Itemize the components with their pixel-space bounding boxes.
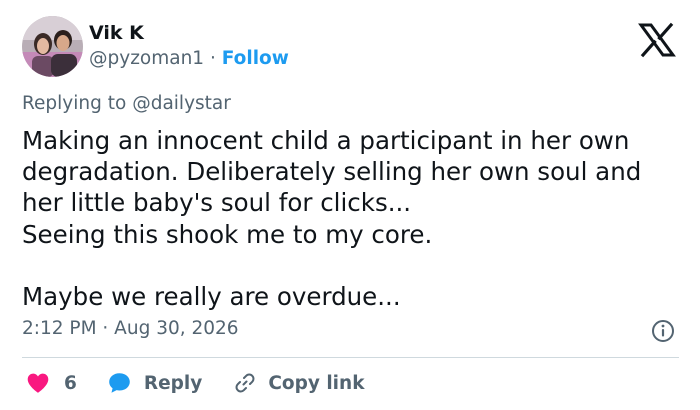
follow-button[interactable]: Follow: [222, 48, 289, 69]
tweet-card: Vik K @pyzoman1 · Follow Replying to @da…: [0, 0, 700, 410]
heart-icon: [27, 373, 49, 393]
copy-link-label: Copy link: [268, 372, 365, 394]
handle-row: @pyzoman1 · Follow: [89, 48, 289, 70]
handle[interactable]: @pyzoman1: [89, 48, 204, 69]
tweet-timestamp[interactable]: 2:12 PM · Aug 30, 2026: [22, 318, 239, 339]
reply-mention-link[interactable]: @dailystar: [132, 93, 231, 114]
info-icon[interactable]: [651, 319, 675, 343]
reply-context-prefix: Replying to: [22, 93, 127, 114]
reply-label: Reply: [143, 372, 203, 394]
tweet-line: her little baby's soul for clicks...: [22, 188, 412, 218]
tweet-line: degradation. Deliberately selling her ow…: [22, 157, 642, 187]
separator-dot: ·: [209, 48, 216, 69]
tweet-text: Making an innocent child a participant i…: [22, 125, 687, 312]
action-bar: 6 Reply Copy link: [22, 369, 365, 397]
tweet-line: Seeing this shook me to my core.: [22, 219, 433, 249]
tweet-line: Maybe we really are overdue...: [22, 282, 401, 311]
divider: [22, 357, 679, 358]
like-button[interactable]: 6: [22, 370, 77, 396]
like-count: 6: [64, 372, 77, 394]
reply-button[interactable]: Reply: [106, 370, 202, 396]
reply-context: Replying to @dailystar: [22, 93, 231, 114]
link-icon: [235, 373, 255, 393]
display-name[interactable]: Vik K: [89, 22, 289, 44]
author-block: Vik K @pyzoman1 · Follow: [89, 22, 289, 70]
reply-bubble-icon: [109, 373, 130, 393]
copy-link-button[interactable]: Copy link: [233, 371, 365, 395]
profile-photo-icon: [22, 16, 83, 77]
tweet-line: Making an innocent child a participant i…: [22, 126, 630, 155]
x-logo-icon[interactable]: [637, 20, 677, 60]
avatar[interactable]: [22, 16, 83, 77]
